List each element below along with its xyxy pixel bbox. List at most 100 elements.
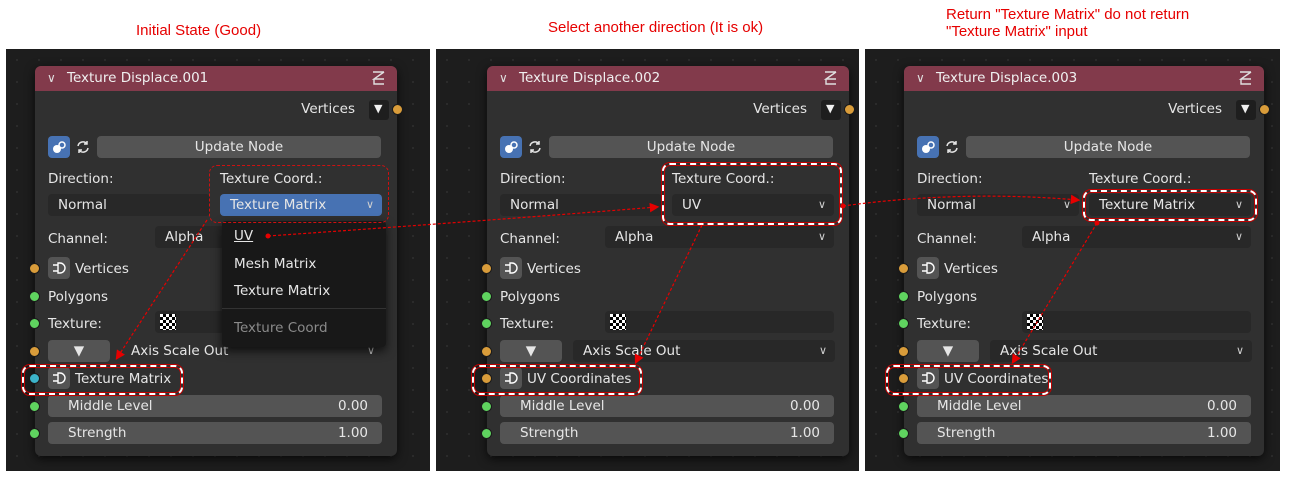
texture-socket[interactable] (898, 318, 909, 329)
axis-scale-out-dropdown[interactable]: Axis Scale Out ∨ (990, 340, 1252, 362)
strength-socket[interactable] (898, 428, 909, 439)
node-tree-icon (823, 71, 837, 85)
caption-select-direction: Select another direction (It is ok) (548, 19, 764, 36)
texture-icon-button[interactable] (48, 136, 70, 158)
polygons-socket[interactable] (29, 291, 40, 302)
channel-label: Channel: (500, 231, 560, 247)
strength-slider[interactable]: Strength 1.00 (917, 422, 1251, 444)
vertices-output-dropdown[interactable]: ▼ (821, 100, 841, 120)
socket-type-icon[interactable] (48, 257, 70, 279)
texture-field[interactable] (605, 311, 834, 333)
vertices-output-dropdown[interactable]: ▼ (1236, 100, 1256, 120)
vertices-output-socket[interactable] (392, 104, 403, 115)
middle-level-socket[interactable] (29, 401, 40, 412)
texture-icon-button[interactable] (917, 136, 939, 158)
middle-level-socket[interactable] (481, 401, 492, 412)
texture-displace-node[interactable]: ∨ Texture Displace.002 Vertices ▼ Update… (481, 66, 855, 456)
vertices-output-dropdown[interactable]: ▼ (369, 100, 389, 120)
axis-scale-out-dropdown[interactable]: Axis Scale Out ∨ (573, 340, 835, 362)
direction-dropdown[interactable]: Normal (48, 194, 210, 216)
triangle-down-icon: ▼ (525, 343, 537, 359)
axis-scale-socket[interactable] (29, 346, 40, 357)
texture-field[interactable] (1022, 311, 1251, 333)
plug-icon (53, 262, 66, 274)
vertices-output-socket[interactable] (1259, 104, 1270, 115)
direction-dropdown[interactable]: Normal ∨ (917, 194, 1079, 216)
node-header[interactable]: ∨ Texture Displace.002 (487, 66, 849, 91)
axis-scale-socket[interactable] (481, 346, 492, 357)
middle-level-slider[interactable]: Middle Level 0.00 (917, 395, 1251, 417)
polygons-socket[interactable] (481, 291, 492, 302)
plug-icon (505, 262, 518, 274)
refresh-icon-button[interactable] (72, 136, 94, 158)
vertices-input-socket[interactable] (898, 263, 909, 274)
triangle-down-icon: ▼ (942, 343, 954, 359)
triangle-down-icon: ▼ (73, 343, 85, 359)
axis-scale-socket[interactable] (898, 346, 909, 357)
socket-type-icon[interactable] (500, 257, 522, 279)
polygons-socket[interactable] (898, 291, 909, 302)
chevron-down-icon: ∨ (817, 230, 826, 243)
node-title: Texture Displace.001 (67, 70, 209, 86)
direction-dropdown[interactable]: Normal (500, 194, 662, 216)
chevron-down-icon[interactable]: ∨ (47, 66, 56, 91)
menu-item-mesh-matrix[interactable]: Mesh Matrix (234, 256, 316, 272)
direction-label: Direction: (500, 171, 566, 187)
node-editor-panel-3[interactable]: ∨ Texture Displace.003 Vertices ▼ Update… (865, 49, 1280, 471)
triangle-down-icon: ▼ (1241, 102, 1250, 115)
texture-label: Texture: (48, 316, 102, 332)
update-node-button[interactable]: Update Node (549, 136, 833, 158)
texture-icon-button[interactable] (500, 136, 522, 158)
refresh-icon-button[interactable] (524, 136, 546, 158)
strength-slider[interactable]: Strength 1.00 (48, 422, 382, 444)
axis-scale-toggle[interactable]: ▼ (500, 340, 562, 362)
triangle-down-icon: ▼ (374, 102, 383, 115)
axis-scale-toggle[interactable]: ▼ (917, 340, 979, 362)
strength-socket[interactable] (481, 428, 492, 439)
chevron-down-icon[interactable]: ∨ (499, 66, 508, 91)
update-node-button[interactable]: Update Node (966, 136, 1250, 158)
vertices-output-socket[interactable] (844, 104, 855, 115)
menu-item-uv[interactable]: UV (234, 228, 253, 244)
checker-texture-icon (610, 314, 626, 330)
node-editor-panel-2[interactable]: ∨ Texture Displace.002 Vertices ▼ Update… (436, 49, 859, 471)
channel-dropdown[interactable]: Alpha (155, 226, 225, 248)
node-header[interactable]: ∨ Texture Displace.001 (35, 66, 397, 91)
polygons-label: Polygons (917, 289, 978, 305)
refresh-icon (77, 141, 89, 153)
node-editor-panel-1[interactable]: ∨ Texture Displace.001 Vertices ▼ Update… (6, 49, 430, 471)
node-title: Texture Displace.002 (519, 70, 661, 86)
socket-type-icon[interactable] (917, 257, 939, 279)
menu-item-texture-matrix[interactable]: Texture Matrix (234, 283, 330, 299)
chevron-down-icon: ∨ (1062, 198, 1071, 211)
middle-level-socket[interactable] (898, 401, 909, 412)
highlight-uv-coordinates-socket-3 (886, 365, 1051, 395)
update-node-button[interactable]: Update Node (97, 136, 381, 158)
texture-label: Texture: (917, 316, 971, 332)
highlight-texture-matrix-socket-1 (22, 365, 183, 395)
texture-field[interactable] (155, 311, 225, 333)
texture-socket[interactable] (481, 318, 492, 329)
chevron-down-icon[interactable]: ∨ (916, 66, 925, 91)
vertices-input-socket[interactable] (481, 263, 492, 274)
vertices-output-label: Vertices (753, 101, 807, 117)
highlight-texture-coord-2 (662, 163, 842, 225)
channel-dropdown[interactable]: Alpha ∨ (605, 226, 834, 248)
vertices-input-socket[interactable] (29, 263, 40, 274)
texture-displace-node[interactable]: ∨ Texture Displace.003 Vertices ▼ Update… (898, 66, 1270, 456)
texture-coord-menu[interactable]: UV Mesh Matrix Texture Matrix Texture Co… (222, 221, 386, 347)
refresh-icon-button[interactable] (941, 136, 963, 158)
texture-socket[interactable] (29, 318, 40, 329)
middle-level-slider[interactable]: Middle Level 0.00 (500, 395, 834, 417)
refresh-icon (946, 141, 958, 153)
middle-level-slider[interactable]: Middle Level 0.00 (48, 395, 382, 417)
channel-label: Channel: (48, 231, 108, 247)
strength-slider[interactable]: Strength 1.00 (500, 422, 834, 444)
node-tree-icon (371, 71, 385, 85)
node-header[interactable]: ∨ Texture Displace.003 (904, 66, 1264, 91)
axis-scale-toggle[interactable]: ▼ (48, 340, 110, 362)
channel-dropdown[interactable]: Alpha ∨ (1022, 226, 1251, 248)
strength-socket[interactable] (29, 428, 40, 439)
chevron-down-icon: ∨ (1235, 344, 1244, 357)
vertices-input-label: Vertices (75, 261, 129, 277)
